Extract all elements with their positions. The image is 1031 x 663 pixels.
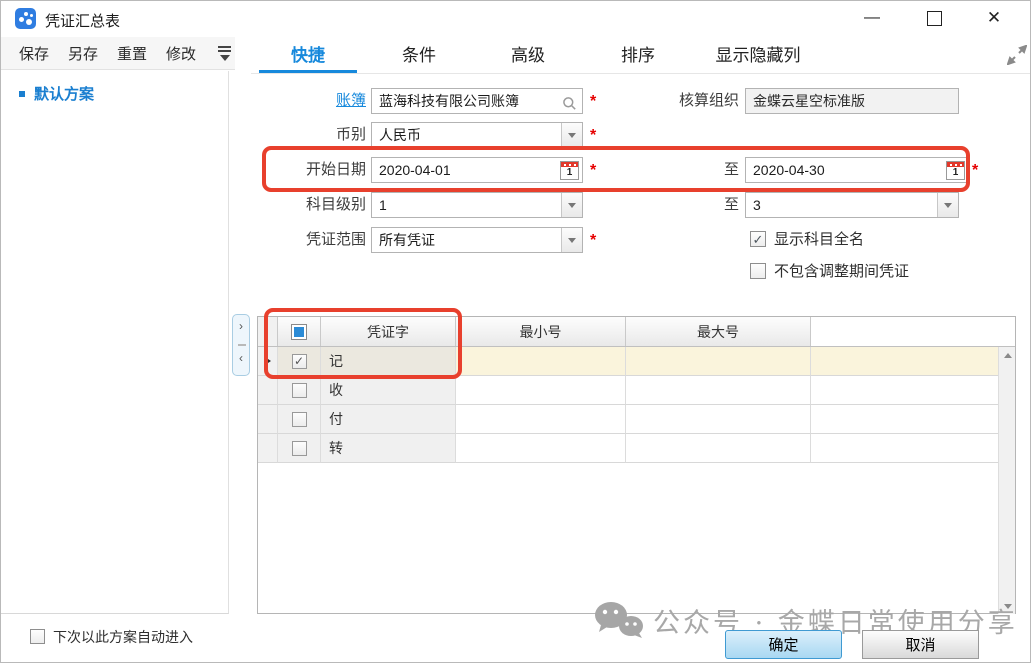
vertical-scrollbar[interactable] — [998, 347, 1015, 614]
end-date-field[interactable]: 2020-04-30 1 — [745, 157, 969, 183]
start-date-label: 开始日期 — [271, 157, 366, 183]
calendar-icon[interactable]: 1 — [946, 161, 965, 180]
voucher-summary-window: 凭证汇总表 — ✕ 保存 另存 重置 修改 默认方案 快捷 条件 高级 排序 显… — [0, 0, 1031, 663]
tab-show-hide-columns[interactable]: 显示隐藏列 — [688, 41, 828, 74]
bullet-icon — [19, 91, 25, 97]
max-number-cell[interactable] — [626, 434, 811, 463]
tabs-divider — [251, 73, 1031, 74]
title-bar: 凭证汇总表 — ✕ — [1, 1, 1030, 37]
ok-button[interactable]: 确定 — [725, 630, 842, 659]
voucher-word-cell[interactable]: 收 — [321, 376, 456, 405]
voucher-range-select[interactable]: 所有凭证 — [371, 227, 583, 253]
min-number-cell[interactable] — [456, 434, 626, 463]
table-row[interactable]: 收 — [258, 376, 1015, 405]
modify-button[interactable]: 修改 — [166, 43, 196, 64]
row-checkbox[interactable] — [292, 441, 307, 456]
expand-window-icon[interactable] — [1007, 45, 1027, 65]
scroll-down-icon[interactable] — [999, 598, 1016, 614]
subject-level-from-select[interactable]: 1 — [371, 192, 583, 218]
chevron-down-icon[interactable] — [937, 193, 958, 217]
max-number-cell[interactable] — [626, 376, 811, 405]
org-label: 核算组织 — [641, 88, 739, 114]
maximize-icon — [927, 11, 942, 26]
exclude-adjust-period-label: 不包含调整期间凭证 — [774, 263, 909, 281]
app-logo-icon — [15, 8, 36, 29]
maximize-button[interactable] — [913, 3, 955, 33]
cancel-button[interactable]: 取消 — [862, 630, 979, 659]
currency-select[interactable]: 人民币 — [371, 122, 583, 148]
show-full-subject-name-label: 显示科目全名 — [774, 231, 864, 249]
currency-label: 币别 — [271, 122, 366, 148]
window-title: 凭证汇总表 — [45, 10, 120, 31]
auto-enter-label: 下次以此方案自动进入 — [53, 628, 193, 646]
minimize-button[interactable]: — — [851, 3, 893, 33]
save-as-button[interactable]: 另存 — [68, 43, 98, 64]
subject-level-to-select[interactable]: 3 — [745, 192, 959, 218]
voucher-word-table: 凭证字 最小号 最大号 ✓ 记 收 付 — [257, 316, 1016, 614]
chevron-down-icon[interactable] — [561, 123, 582, 147]
required-marker: * — [590, 127, 596, 145]
required-marker: * — [972, 162, 978, 180]
current-row-indicator — [258, 347, 278, 376]
voucher-word-cell[interactable]: 转 — [321, 434, 456, 463]
table-row[interactable]: 转 — [258, 434, 1015, 463]
max-number-cell[interactable] — [626, 347, 811, 376]
account-book-label[interactable]: 账簿 — [271, 88, 366, 114]
toolbar-overflow-icon[interactable] — [216, 46, 234, 62]
voucher-word-cell[interactable]: 记 — [321, 347, 456, 376]
tab-condition[interactable]: 条件 — [369, 41, 469, 74]
exclude-adjust-period-checkbox[interactable] — [750, 263, 766, 279]
row-checkbox[interactable] — [292, 383, 307, 398]
max-number-cell[interactable] — [626, 405, 811, 434]
end-date-label: 至 — [701, 157, 739, 183]
column-header-empty — [811, 317, 1015, 346]
select-all-checkbox[interactable] — [291, 324, 307, 340]
chevron-down-icon[interactable] — [561, 228, 582, 252]
table-header: 凭证字 最小号 最大号 — [258, 317, 1015, 347]
panel-splitter[interactable]: › ‹ — [232, 314, 250, 376]
scroll-up-icon[interactable] — [999, 347, 1016, 363]
calendar-icon[interactable]: 1 — [560, 161, 579, 180]
tab-quick[interactable]: 快捷 — [259, 41, 357, 74]
chevron-down-icon[interactable] — [561, 193, 582, 217]
select-all-cell — [278, 317, 321, 346]
min-number-cell[interactable] — [456, 347, 626, 376]
required-marker: * — [590, 162, 596, 180]
scheme-sidebar: 默认方案 — [1, 71, 229, 614]
row-checkbox[interactable] — [292, 412, 307, 427]
account-book-field[interactable]: 蓝海科技有限公司账簿 — [371, 88, 583, 114]
table-row[interactable]: ✓ 记 — [258, 347, 1015, 376]
collapse-left-icon[interactable]: ‹ — [233, 351, 249, 365]
voucher-word-cell[interactable]: 付 — [321, 405, 456, 434]
column-header-min-number[interactable]: 最小号 — [456, 317, 626, 346]
scheme-toolbar: 保存 另存 重置 修改 — [1, 37, 235, 70]
column-header-voucher-word[interactable]: 凭证字 — [321, 317, 456, 346]
search-icon[interactable] — [562, 94, 577, 109]
table-row[interactable]: 付 — [258, 405, 1015, 434]
org-field: 金蝶云星空标准版 — [745, 88, 959, 114]
collapse-right-icon[interactable]: › — [233, 319, 249, 333]
row-checkbox[interactable]: ✓ — [292, 354, 307, 369]
auto-enter-checkbox[interactable] — [30, 629, 45, 644]
row-arrow-icon — [265, 357, 271, 365]
show-full-subject-name-checkbox[interactable]: ✓ — [750, 231, 766, 247]
tab-sort[interactable]: 排序 — [588, 41, 688, 74]
sidebar-item-default-scheme[interactable]: 默认方案 — [19, 83, 94, 104]
reset-button[interactable]: 重置 — [117, 43, 147, 64]
min-number-cell[interactable] — [456, 376, 626, 405]
required-marker: * — [590, 232, 596, 250]
subject-level-label: 科目级别 — [271, 192, 366, 218]
tab-advanced[interactable]: 高级 — [478, 41, 578, 74]
start-date-field[interactable]: 2020-04-01 1 — [371, 157, 583, 183]
required-marker: * — [590, 93, 596, 111]
close-button[interactable]: ✕ — [973, 3, 1015, 33]
min-number-cell[interactable] — [456, 405, 626, 434]
column-header-max-number[interactable]: 最大号 — [626, 317, 811, 346]
save-button[interactable]: 保存 — [19, 43, 49, 64]
subject-level-to-label: 至 — [701, 192, 739, 218]
voucher-range-label: 凭证范围 — [271, 227, 366, 253]
